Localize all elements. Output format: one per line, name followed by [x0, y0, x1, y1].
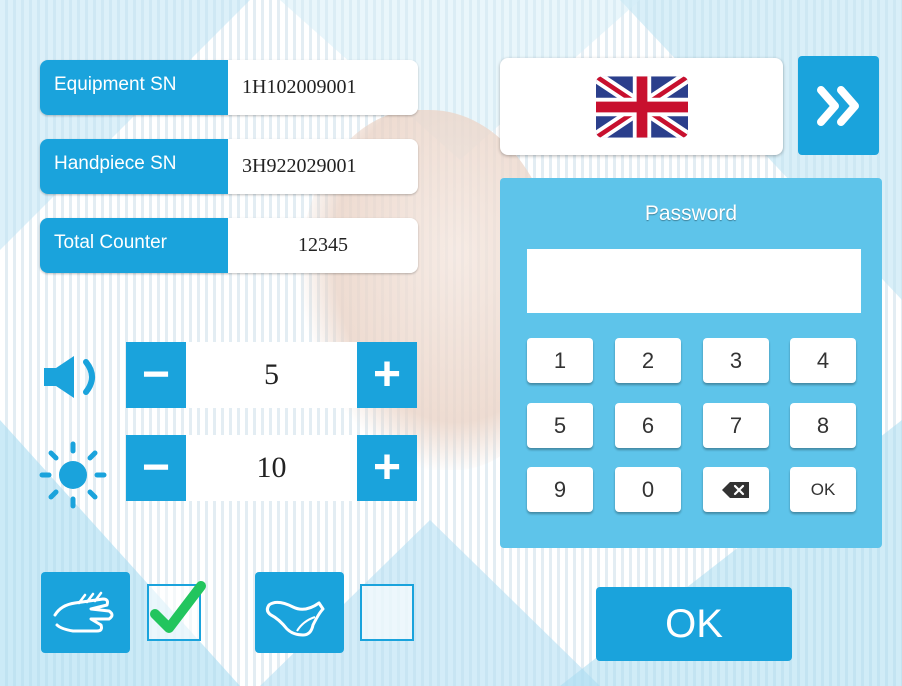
hand-icon — [53, 591, 113, 632]
total-counter-label: Total Counter — [40, 218, 228, 273]
volume-decrease-button[interactable]: − — [126, 342, 186, 408]
double-chevron-right-icon — [816, 85, 859, 126]
password-panel: Password 1 2 3 4 5 6 7 8 9 0 OK — [500, 178, 882, 548]
volume-stepper: − 5 + — [126, 342, 417, 408]
foot-mode-checkbox[interactable] — [360, 584, 414, 641]
speaker-icon — [44, 356, 95, 398]
sun-icon — [39, 441, 107, 509]
keypad-key-5[interactable]: 5 — [527, 403, 593, 448]
password-title: Password — [644, 202, 738, 225]
keypad-key-3[interactable]: 3 — [703, 338, 769, 383]
uk-flag-icon — [595, 75, 688, 138]
keypad-key-0[interactable]: 0 — [615, 467, 681, 512]
keypad-backspace-key[interactable] — [703, 467, 769, 512]
brightness-value: 10 — [186, 435, 357, 501]
keypad-key-6[interactable]: 6 — [615, 403, 681, 448]
keypad-key-1[interactable]: 1 — [527, 338, 593, 383]
language-selector[interactable] — [500, 58, 783, 155]
handpiece-sn-label: Handpiece SN — [40, 139, 228, 194]
backspace-icon — [722, 481, 749, 498]
foot-mode-button[interactable] — [255, 572, 344, 653]
total-counter-value: 12345 — [228, 218, 418, 273]
hand-mode-button[interactable] — [41, 572, 130, 653]
keypad-key-7[interactable]: 7 — [703, 403, 769, 448]
keypad-key-9[interactable]: 9 — [527, 467, 593, 512]
ok-button[interactable]: OK — [596, 587, 792, 661]
equipment-sn-field: Equipment SN 1H102009001 — [40, 60, 418, 115]
handpiece-sn-value: 3H922029001 — [228, 139, 418, 194]
keypad-key-8[interactable]: 8 — [790, 403, 856, 448]
keypad-ok-key[interactable]: OK — [790, 467, 856, 512]
brightness-stepper: − 10 + — [126, 435, 417, 501]
password-input[interactable] — [527, 249, 861, 313]
checkmark-icon — [150, 581, 206, 633]
brightness-increase-button[interactable]: + — [357, 435, 417, 501]
equipment-sn-value: 1H102009001 — [228, 60, 418, 115]
keypad-key-2[interactable]: 2 — [615, 338, 681, 383]
hand-mode-checkbox[interactable] — [147, 581, 206, 641]
next-language-button[interactable] — [798, 56, 879, 155]
volume-value: 5 — [186, 342, 357, 408]
volume-increase-button[interactable]: + — [357, 342, 417, 408]
foot-icon — [265, 600, 324, 636]
handpiece-sn-field: Handpiece SN 3H922029001 — [40, 139, 418, 194]
brightness-decrease-button[interactable]: − — [126, 435, 186, 501]
keypad-key-4[interactable]: 4 — [790, 338, 856, 383]
equipment-sn-label: Equipment SN — [40, 60, 228, 115]
total-counter-field: Total Counter 12345 — [40, 218, 418, 273]
